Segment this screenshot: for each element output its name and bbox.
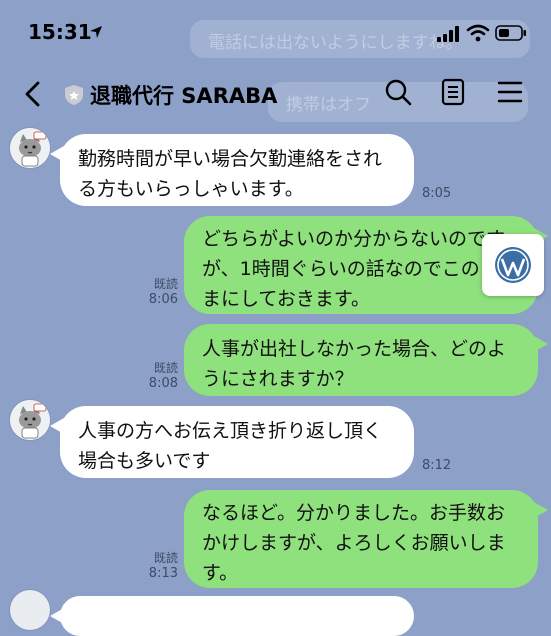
message-text: 勤務時間が早い場合欠勤連絡をされ <box>78 148 383 170</box>
message-text: うにされますか？ <box>202 368 354 390</box>
wordpress-button[interactable] <box>482 234 544 296</box>
message-meta: 既読 8:13 <box>146 550 178 582</box>
message-text: まにしておきます。 <box>202 288 370 310</box>
menu-icon[interactable] <box>497 78 523 110</box>
message-time: 8:05 <box>422 186 452 201</box>
message-text: る方もいらっしゃいます。 <box>78 178 304 200</box>
message-text: なるほど。分かりました。お手数お <box>202 502 506 524</box>
status-bar: 15:31 <box>0 0 551 62</box>
message-meta: 8:05 <box>422 186 451 202</box>
read-receipt: 既読 <box>153 551 178 565</box>
message-bubble-sent[interactable]: 人事が出社しなかった場合、どのよ うにされますか？ <box>184 324 548 396</box>
message-text: す。 <box>202 562 239 584</box>
cat-avatar-icon[interactable] <box>10 128 50 168</box>
message-text: かけしますが、よろしくお願いしま <box>202 532 506 554</box>
message-time: 8:06 <box>148 292 178 307</box>
message-time: 8:08 <box>148 376 178 391</box>
shield-icon <box>64 84 84 110</box>
read-receipt: 既読 <box>153 277 178 291</box>
cat-avatar-icon[interactable] <box>10 400 50 440</box>
message-text: 人事の方へお伝え頂き折り返し頂く <box>78 420 383 442</box>
message-time: 8:12 <box>422 458 452 473</box>
message-text: どちらがよいのか分からないのです <box>202 228 506 250</box>
message-bubble-received[interactable]: 勤務時間が早い場合欠勤連絡をされ る方もいらっしゃいます。 <box>50 134 414 206</box>
message-bubble-sent[interactable]: なるほど。分かりました。お手数お かけしますが、よろしくお願いしま す。 <box>184 490 548 588</box>
chat-title: 退職代行 SARABA <box>90 84 278 108</box>
status-time: 15:31 <box>28 20 92 44</box>
battery-icon <box>495 24 527 46</box>
message-meta: 8:12 <box>422 458 451 474</box>
message-meta: 既読 8:08 <box>146 360 178 392</box>
wifi-icon <box>466 24 490 46</box>
location-arrow-icon <box>88 24 104 44</box>
message-bubble-received[interactable] <box>50 596 414 636</box>
signal-icon <box>437 26 461 46</box>
message-text: 場合も多いです <box>78 450 211 472</box>
read-receipt: 既読 <box>153 361 178 375</box>
back-chevron-icon[interactable] <box>22 80 44 112</box>
search-icon[interactable] <box>384 78 412 110</box>
message-time: 8:13 <box>148 566 178 581</box>
message-text: 人事が出社しなかった場合、どのよ <box>202 338 507 360</box>
cat-avatar-icon[interactable] <box>10 590 50 630</box>
message-bubble-received[interactable]: 人事の方へお伝え頂き折り返し頂く 場合も多いです <box>50 406 414 478</box>
message-text: が、1時間ぐらいの話なのでこのま <box>202 258 499 280</box>
message-meta: 既読 8:06 <box>146 276 178 308</box>
chat-header: 退職代行 SARABA <box>0 62 551 124</box>
notes-icon[interactable] <box>441 78 465 110</box>
